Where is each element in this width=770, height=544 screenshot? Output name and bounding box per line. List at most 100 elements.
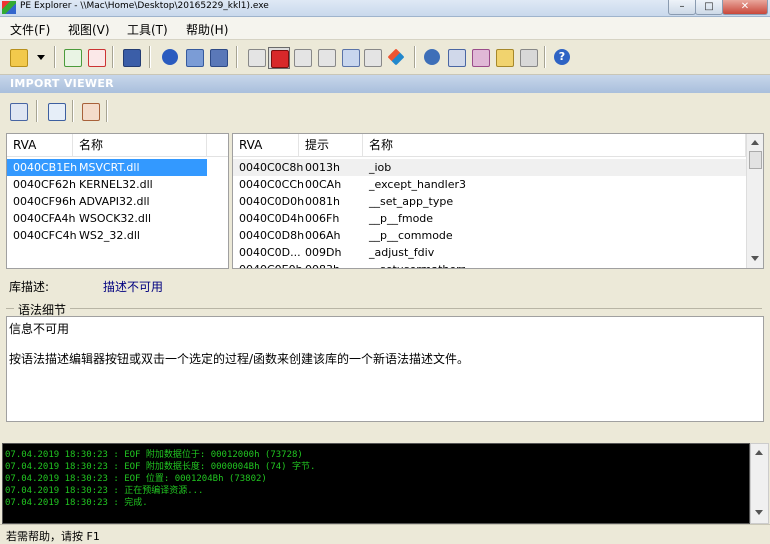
edit-syntax-button[interactable] <box>46 101 66 121</box>
toolbar-separator <box>72 100 74 122</box>
table-row[interactable]: 0040C0C8h 0013h _iob <box>233 159 746 176</box>
cell-hint: 00CAh <box>305 178 342 191</box>
cell-hint: 0081h <box>305 195 340 208</box>
toolbar-separator <box>149 46 151 68</box>
open-dropdown-button[interactable] <box>34 47 48 67</box>
cell-name: __p__fmode <box>369 212 434 225</box>
scroll-up-icon[interactable] <box>751 140 759 145</box>
refresh-icon <box>64 49 82 67</box>
column-header-name[interactable]: 名称 <box>363 134 746 156</box>
table-row[interactable]: 0040CFA4h WSOCK32.dll <box>7 210 207 227</box>
export-list-button[interactable] <box>80 101 100 121</box>
cell-hint: 006Fh <box>305 212 340 225</box>
import-icon <box>271 50 289 68</box>
relocations-button[interactable] <box>340 47 360 67</box>
cell-name: ADVAPI32.dll <box>79 195 150 208</box>
log-scrollbar[interactable] <box>750 443 769 524</box>
table-row[interactable]: 0040C0D8h 006Ah __p__commode <box>233 227 746 244</box>
scroll-up-icon[interactable] <box>755 450 763 455</box>
help-button[interactable]: ? <box>552 47 572 67</box>
menu-view[interactable]: 视图(V) <box>68 21 110 38</box>
table-row[interactable]: 0040CF96h ADVAPI32.dll <box>7 193 207 210</box>
table-row[interactable]: 0040C0D0h 0081h __set_app_type <box>233 193 746 210</box>
table-row[interactable]: 0040CF62h KERNEL32.dll <box>7 176 207 193</box>
imports-button[interactable] <box>268 47 290 69</box>
column-header-hint[interactable]: 提示 <box>299 134 363 156</box>
cell-rva: 0040CFC4h <box>13 229 77 242</box>
import-list-icon <box>10 103 28 121</box>
table-row[interactable]: 0040C0E0h0083h __setusermatherr <box>233 261 746 268</box>
scroll-down-icon[interactable] <box>755 510 763 515</box>
tree-icon <box>448 49 466 67</box>
cell-rva: 0040C0D4h <box>239 212 305 225</box>
resources-button[interactable] <box>292 47 312 67</box>
app-icon <box>2 1 16 14</box>
cell-rva: 0040C0D0h <box>239 195 305 208</box>
menu-help[interactable]: 帮助(H) <box>186 21 228 38</box>
table-row[interactable]: 0040C0D... 009Dh _adjust_fdiv <box>233 244 746 261</box>
view-imports-button[interactable] <box>8 101 28 121</box>
maximize-button[interactable]: □ <box>695 0 723 15</box>
toolbar-separator <box>236 46 238 68</box>
syntax-details: 信息不可用 按语法描述编辑器按钮或双击一个选定的过程/函数来创建该库的一个新语法… <box>6 316 764 422</box>
disassembler-button[interactable] <box>422 47 442 67</box>
chevron-down-icon <box>37 55 45 60</box>
panel-header: IMPORT VIEWER <box>0 75 770 93</box>
save-icon <box>123 49 141 67</box>
dependency-scanner-button[interactable] <box>446 47 466 67</box>
column-header-name[interactable]: 名称 <box>73 134 207 156</box>
sections-button[interactable] <box>208 47 228 67</box>
tls-button[interactable] <box>362 47 382 67</box>
cell-rva: 0040C0CCh <box>239 178 305 191</box>
libraries-table: RVA 名称 0040CB1Eh MSVCRT.dll 0040CF62h KERN… <box>6 133 229 269</box>
open-file-button[interactable] <box>8 47 28 67</box>
folder-icon <box>10 49 28 67</box>
library-desc-value: 描述不可用 <box>103 280 164 294</box>
cell-hint: 006Ah <box>305 229 341 242</box>
compare-icon <box>472 49 490 67</box>
gear-icon <box>424 49 440 65</box>
plugins-button[interactable] <box>518 47 538 67</box>
info-button[interactable] <box>160 47 180 67</box>
cell-hint: 0013h <box>305 161 340 174</box>
cell-name: WSOCK32.dll <box>79 212 151 225</box>
close-document-icon <box>88 49 106 67</box>
resource-icon <box>294 49 312 67</box>
close-button[interactable]: ✕ <box>722 0 768 15</box>
dependency-button[interactable] <box>386 47 406 67</box>
export-list-icon <box>82 103 100 121</box>
table-row[interactable]: 0040CB1Eh MSVCRT.dll <box>7 159 207 176</box>
headers-button[interactable] <box>184 47 204 67</box>
syntax-editor-button[interactable] <box>494 47 514 67</box>
column-header-rva[interactable]: RVA <box>233 134 299 156</box>
sections-icon <box>210 49 228 67</box>
export-icon <box>248 49 266 67</box>
status-bar: 若需帮助，请按 F1 <box>0 524 770 543</box>
relocation-icon <box>342 49 360 67</box>
scroll-thumb[interactable] <box>749 151 762 169</box>
minimize-button[interactable]: – <box>668 0 696 15</box>
syntax-hint-text: 按语法描述编辑器按钮或双击一个选定的过程/函数来创建该库的一个新语法描述文件。 <box>9 352 470 366</box>
close-file-button[interactable] <box>86 47 106 67</box>
vertical-scrollbar[interactable] <box>746 134 763 268</box>
functions-table: RVA 提示 名称 0040C0C8h 0013h _iob 0040C0CCh 00… <box>232 133 764 269</box>
wrench-icon <box>496 49 514 67</box>
menu-file[interactable]: 文件(F) <box>10 21 50 38</box>
column-header-rva[interactable]: RVA <box>7 134 73 156</box>
exports-button[interactable] <box>246 47 266 67</box>
table-row[interactable]: 0040CFC4h WS2_32.dll <box>7 227 207 244</box>
table-row[interactable]: 0040C0CCh 00CAh _except_handler3 <box>233 176 746 193</box>
cell-name: __set_app_type <box>369 195 454 208</box>
reload-button[interactable] <box>62 47 82 67</box>
menu-tools[interactable]: 工具(T) <box>127 21 168 38</box>
table-row[interactable]: 0040C0D4h 006Fh __p__fmode <box>233 210 746 227</box>
help-icon: ? <box>554 49 570 65</box>
tls-icon <box>364 49 382 67</box>
debug-button[interactable] <box>316 47 336 67</box>
title-bar: PE Explorer - \\Mac\Home\Desktop\2016522… <box>0 0 770 17</box>
plugin-icon <box>520 49 538 67</box>
quick-compare-button[interactable] <box>470 47 490 67</box>
save-button[interactable] <box>121 47 141 67</box>
scroll-down-icon[interactable] <box>751 256 759 261</box>
cell-name: _adjust_fdiv <box>369 246 435 259</box>
